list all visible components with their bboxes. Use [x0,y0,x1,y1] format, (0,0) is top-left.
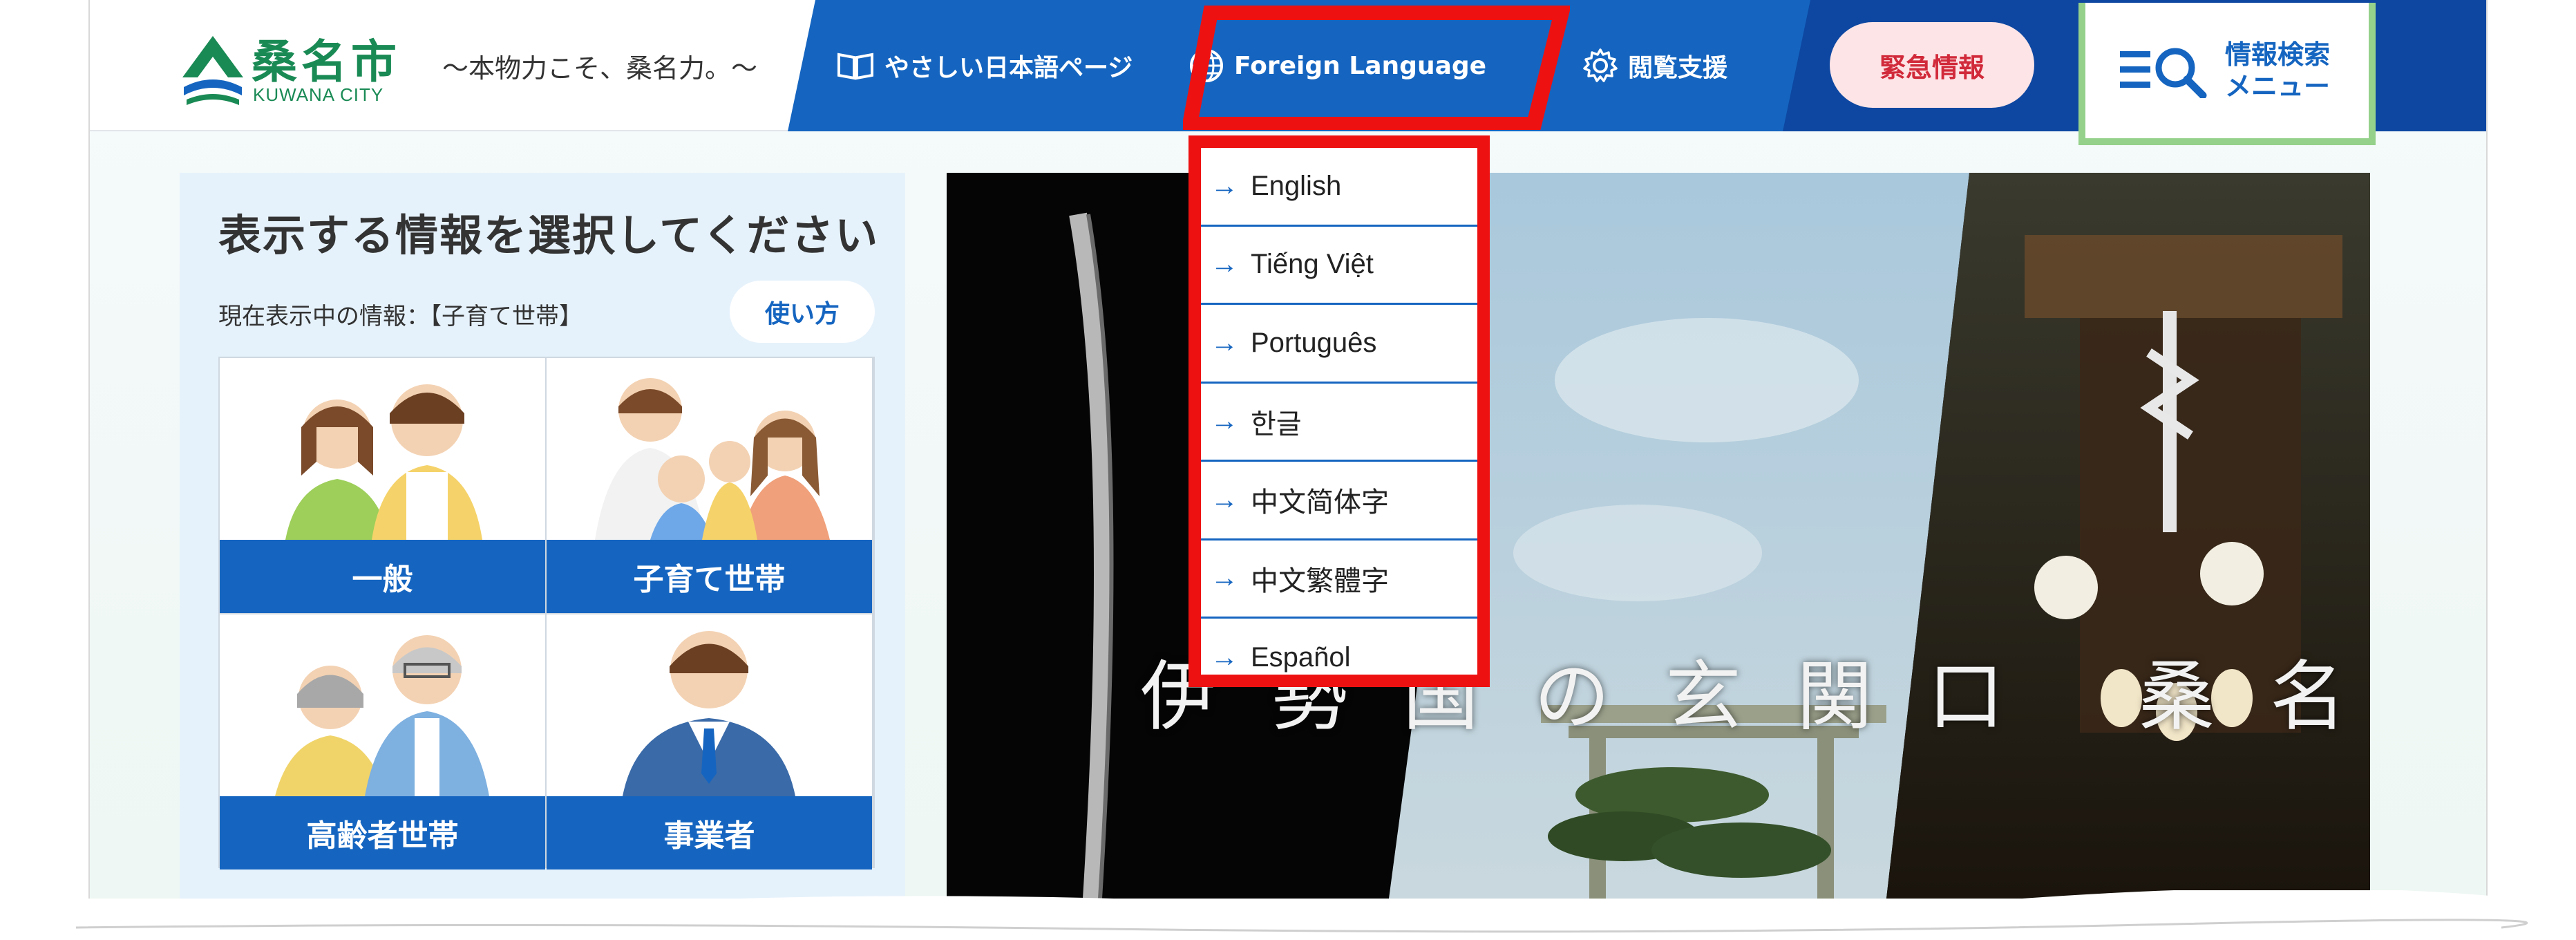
logo-name: 桑名市 [252,35,401,88]
language-item-korean[interactable]: → 한글 [1201,384,1477,462]
family-illustration-icon [595,378,830,540]
nav-easy-japanese[interactable]: やさしい日本語ページ [836,0,1133,131]
businessman-illustration-icon [623,631,795,796]
arrow-right-icon: → [1211,170,1238,201]
language-label: 中文简体字 [1251,487,1389,518]
gear-icon [1583,48,1618,82]
language-item-portuguese[interactable]: → Português [1201,305,1477,384]
search-menu-button[interactable]: 情報検索 メニュー [2078,3,2376,145]
site-logo[interactable]: 桑名市 KUWANA CITY [180,28,428,111]
card-business-label: 事業者 [547,796,872,870]
logo-subtitle: KUWANA CITY [253,84,384,105]
card-general[interactable]: 一般 [220,358,545,613]
language-dropdown-highlight: → English → Tiếng Việt → Português → 한글 … [1188,135,1490,687]
language-label: Português [1251,327,1377,358]
page-frame: 桑名市 KUWANA CITY 〜本物力こそ、桑名力。〜 やさしい日本語ページ … [88,0,2488,899]
arrow-right-icon: → [1211,406,1238,437]
arrow-right-icon: → [1211,327,1238,358]
arrow-right-icon: → [1211,249,1238,280]
language-dropdown: → English → Tiếng Việt → Português → 한글 … [1201,148,1477,675]
language-label: Tiếng Việt [1251,249,1374,280]
current-info-text: 現在表示中の情報：【子育て世帯】 [218,303,583,330]
search-menu-line2: メニュー [2225,71,2331,102]
language-label: English [1251,170,1342,201]
hero-banner: 伊勢国の玄関口 桑名 [947,173,2370,899]
search-menu-label: 情報検索 メニュー [2225,39,2330,102]
language-item-spanish[interactable]: → Español [1201,619,1477,697]
card-elderly[interactable]: 高齢者世帯 [220,614,545,870]
search-menu-line1: 情報検索 [2225,39,2331,70]
arrow-right-icon: → [1211,563,1238,594]
language-label: 中文繁體字 [1251,565,1389,596]
card-childcare[interactable]: 子育て世帯 [547,358,872,613]
city-tagline: 〜本物力こそ、桑名力。〜 [442,53,758,84]
language-item-vietnamese[interactable]: → Tiếng Việt [1201,227,1477,305]
highlight-box [1183,6,1570,130]
audience-grid: 一般 子育て世帯 高齢者世帯 事業者 [218,357,875,870]
card-general-label: 一般 [220,540,545,613]
hero-image [947,173,2370,899]
arrow-right-icon: → [1211,484,1238,515]
language-item-english[interactable]: → English [1201,148,1477,227]
card-business[interactable]: 事業者 [547,614,872,870]
site-header: 桑名市 KUWANA CITY 〜本物力こそ、桑名力。〜 やさしい日本語ページ … [90,0,2486,145]
language-label: Español [1251,642,1351,673]
howto-button[interactable]: 使い方 [730,281,875,343]
book-icon [837,53,873,80]
emergency-button[interactable]: 緊急情報 [1830,22,2034,108]
search-list-icon [2120,48,2207,98]
info-select-panel: 表示する情報を選択してください 現在表示中の情報：【子育て世帯】 使い方 一般 [180,173,905,899]
elderly-couple-illustration-icon [275,635,489,796]
couple-illustration-icon [285,384,482,540]
nav-accessibility-label: 閲覧支援 [1628,54,1728,82]
language-item-chinese-traditional[interactable]: → 中文繁體字 [1201,540,1477,619]
arrow-right-icon: → [1211,642,1238,673]
torn-edge [0,890,2576,940]
card-elderly-label: 高齢者世帯 [220,796,545,870]
language-item-chinese-simplified[interactable]: → 中文简体字 [1201,462,1477,540]
language-label: 한글 [1251,408,1302,440]
panel-title: 表示する情報を選択してください [218,210,880,261]
kuwana-logo-icon [182,36,243,105]
nav-accessibility[interactable]: 閲覧支援 [1582,0,1727,131]
nav-easy-japanese-label: やさしい日本語ページ [884,54,1133,82]
card-childcare-label: 子育て世帯 [547,540,872,613]
